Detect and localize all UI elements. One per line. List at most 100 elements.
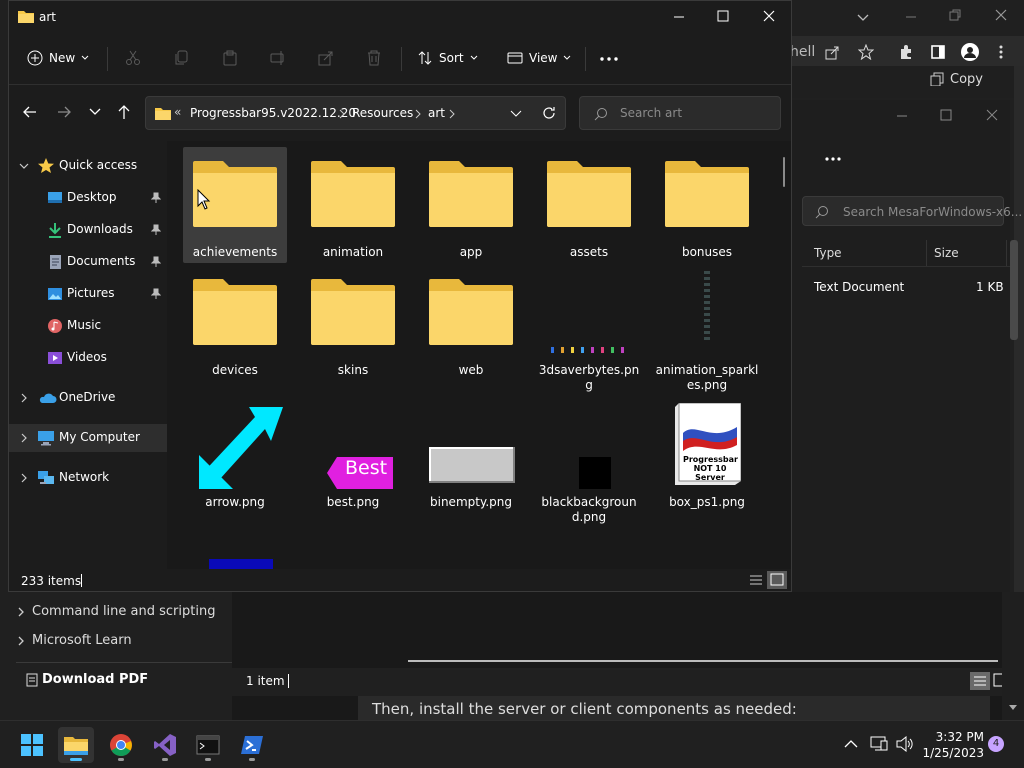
pin-icon[interactable] <box>151 256 161 268</box>
column-type[interactable]: Type <box>814 246 842 260</box>
see-more-icon[interactable] <box>599 56 619 62</box>
folder-item[interactable]: bonuses <box>655 147 759 263</box>
address-bar[interactable]: « Progressbar95.v2022.12.20 Resources ar… <box>145 96 566 130</box>
scrollbar-thumb[interactable] <box>1010 240 1018 340</box>
cut-icon[interactable] <box>125 50 141 66</box>
nav-quick-access[interactable]: Quick access <box>9 152 167 180</box>
details-view-icon[interactable] <box>747 572 765 588</box>
nav-my-computer[interactable]: My Computer <box>9 424 167 452</box>
address-dropdown-icon[interactable] <box>510 109 522 119</box>
pin-icon[interactable] <box>151 288 161 300</box>
scrollbar-thumb[interactable] <box>783 157 785 187</box>
breadcrumb-art[interactable]: art <box>428 106 445 120</box>
taskbar-visual-studio[interactable] <box>147 727 183 763</box>
minimize-icon[interactable] <box>673 11 685 23</box>
back-arrow-icon[interactable] <box>23 105 37 119</box>
view-button[interactable]: View <box>507 50 571 66</box>
delete-icon[interactable] <box>366 50 382 66</box>
paste-icon[interactable] <box>222 50 238 66</box>
maximize-icon[interactable] <box>717 10 729 22</box>
chevron-down-icon[interactable] <box>19 161 29 171</box>
maximize-icon[interactable] <box>940 109 952 121</box>
copy-button[interactable]: Copy <box>950 72 983 87</box>
docs-scrollbar[interactable] <box>1002 592 1024 720</box>
details-view-icon[interactable] <box>970 672 990 690</box>
star-icon[interactable] <box>858 44 874 60</box>
close-icon[interactable] <box>986 109 998 121</box>
column-size[interactable]: Size <box>934 246 959 260</box>
close-icon[interactable] <box>994 8 1008 22</box>
breadcrumb-progressbar95[interactable]: Progressbar95.v2022.12.20 <box>190 106 356 120</box>
share-icon[interactable] <box>824 45 840 61</box>
folder-item[interactable]: devices <box>183 265 287 381</box>
new-button[interactable]: New <box>27 50 89 66</box>
nav-music[interactable]: Music <box>9 312 167 340</box>
chevron-right-icon[interactable] <box>19 393 29 403</box>
breadcrumb-resources[interactable]: Resources <box>352 106 413 120</box>
folder-item[interactable]: achievements <box>183 147 287 263</box>
folder-item[interactable]: skins <box>301 265 405 381</box>
sidepanel-icon[interactable] <box>930 44 946 60</box>
more-options-icon[interactable] <box>824 156 842 162</box>
folder-label: bonuses <box>681 245 733 259</box>
clock[interactable]: 3:32 PM 1/25/2023 <box>922 729 984 761</box>
nav-microsoft-learn[interactable]: Microsoft Learn <box>16 633 132 648</box>
chevron-right-icon[interactable] <box>19 473 29 483</box>
nav-downloads[interactable]: Downloads <box>9 216 167 244</box>
title-bar[interactable]: art <box>9 1 791 33</box>
notification-badge[interactable]: 4 <box>988 736 1004 752</box>
image-file-item[interactable]: blackbackground.png <box>537 395 641 525</box>
pin-icon[interactable] <box>151 224 161 236</box>
download-pdf-button[interactable]: Download PDF <box>26 672 148 687</box>
nav-pictures[interactable]: Pictures <box>9 280 167 308</box>
close-icon[interactable] <box>763 10 775 22</box>
rename-icon[interactable] <box>270 50 286 66</box>
start-button[interactable] <box>14 727 50 763</box>
up-arrow-icon[interactable] <box>117 104 131 120</box>
image-file-item[interactable]: arrow.png <box>183 395 287 525</box>
menu-dots-icon[interactable] <box>996 44 1006 60</box>
taskbar-file-explorer[interactable] <box>58 727 94 763</box>
show-hidden-icons-icon[interactable] <box>844 739 858 749</box>
folder-item[interactable]: web <box>419 265 523 381</box>
nav-command-line[interactable]: Command line and scripting <box>16 604 215 619</box>
folder-item[interactable]: app <box>419 147 523 263</box>
search-input[interactable]: Search art <box>579 96 781 130</box>
nav-onedrive[interactable]: OneDrive <box>9 384 167 412</box>
file-row[interactable]: Text Document 1 KB <box>802 276 1010 300</box>
image-file-item[interactable]: binempty.png <box>419 395 523 525</box>
folder-item[interactable]: assets <box>537 147 641 263</box>
refresh-icon[interactable] <box>542 106 556 120</box>
forward-arrow-icon[interactable] <box>57 105 71 119</box>
minimize-icon[interactable] <box>896 110 908 122</box>
taskbar-chrome[interactable] <box>103 727 139 763</box>
scroll-down-icon[interactable] <box>1008 704 1018 712</box>
chevron-right-icon[interactable] <box>19 433 29 443</box>
image-file-item[interactable]: animation_sparkles.png <box>655 265 759 392</box>
sort-button[interactable]: Sort <box>417 50 478 66</box>
pin-icon[interactable] <box>151 192 161 204</box>
profile-icon[interactable] <box>960 42 980 62</box>
nav-desktop[interactable]: Desktop <box>9 184 167 212</box>
volume-icon[interactable] <box>896 736 914 752</box>
extensions-icon[interactable] <box>898 44 914 60</box>
image-file-item[interactable]: Best best.png <box>301 395 405 525</box>
nav-videos[interactable]: Videos <box>9 344 167 372</box>
search-input[interactable]: Search MesaForWindows-x6... <box>802 196 1022 226</box>
taskbar-powershell[interactable] <box>234 727 270 763</box>
restore-icon[interactable] <box>948 8 962 22</box>
recent-locations-icon[interactable] <box>89 107 101 117</box>
folder-item[interactable]: animation <box>301 147 405 263</box>
share-icon[interactable] <box>318 50 334 66</box>
minimize-icon[interactable] <box>904 10 918 24</box>
copy-icon[interactable] <box>174 50 190 66</box>
nav-documents[interactable]: Documents <box>9 248 167 276</box>
nav-network[interactable]: Network <box>9 464 167 492</box>
address-overflow[interactable]: « <box>174 105 181 119</box>
taskbar-terminal[interactable] <box>190 727 226 763</box>
device-icon[interactable] <box>870 735 888 753</box>
image-file-item[interactable]: 3dsaverbytes.png <box>537 265 641 392</box>
image-file-item[interactable]: Progressbar NOT 10 Server box_ps1.png <box>655 395 759 525</box>
large-icons-view-icon[interactable] <box>767 571 787 589</box>
chevron-down-icon[interactable] <box>856 10 870 24</box>
